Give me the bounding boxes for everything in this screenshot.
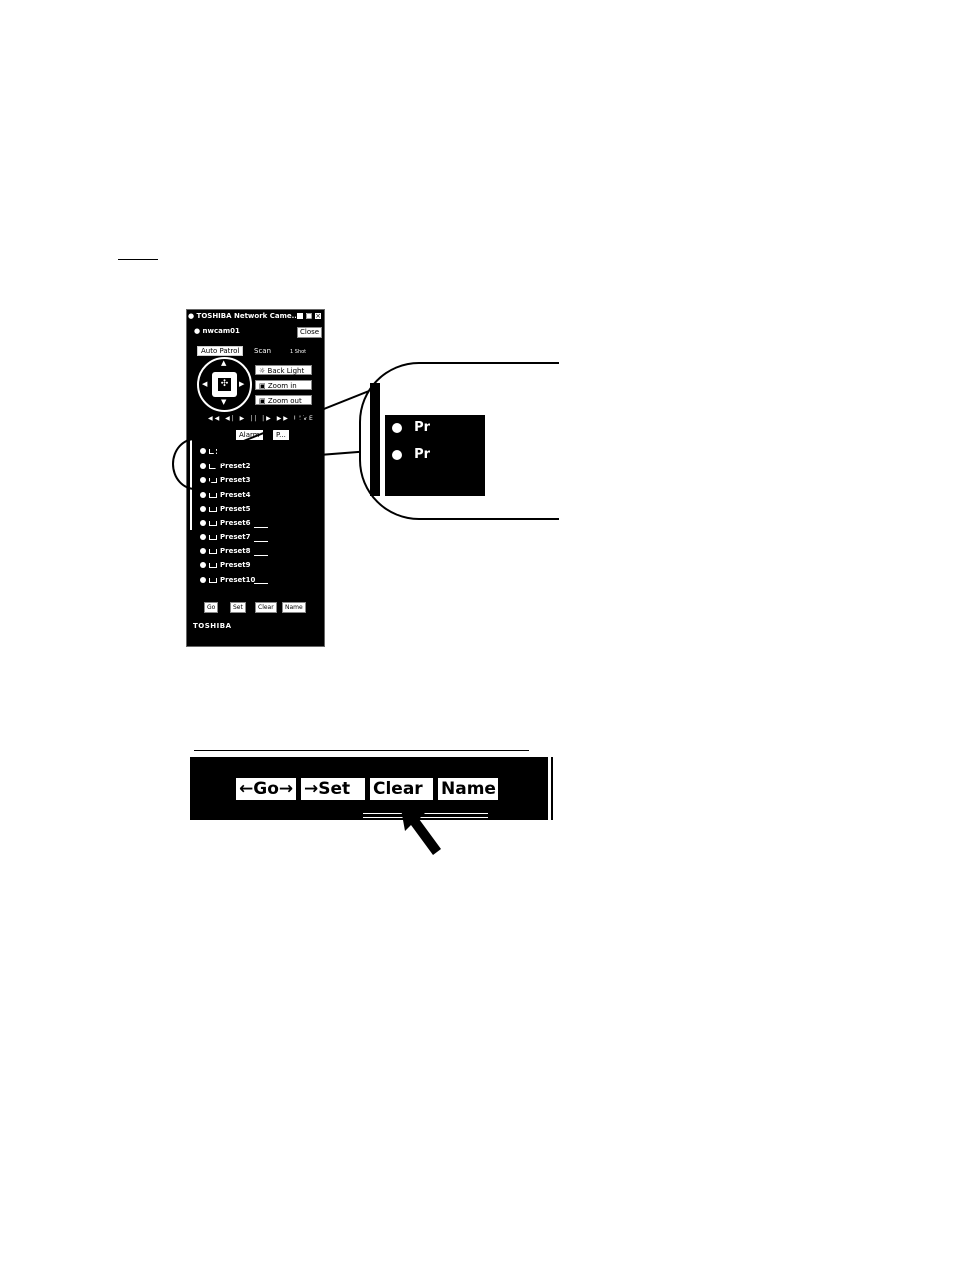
zoom-label-1: Pr <box>414 420 431 435</box>
set-label: Set <box>318 779 351 799</box>
zoom-preset-1: Pr <box>392 420 430 435</box>
radio-selected-icon <box>392 422 402 433</box>
zoom-label-2: Pr <box>414 447 431 462</box>
zoom-preset-2: Pr <box>392 447 430 462</box>
name-button-enlarged[interactable]: Name <box>438 778 498 800</box>
zoom-bar <box>388 468 485 488</box>
enlarged-rule <box>194 750 529 751</box>
pointer-arrow-icon <box>401 809 441 855</box>
go-button-enlarged[interactable]: ←Go→ <box>236 778 296 800</box>
zoom-white-side <box>380 383 385 496</box>
radio-icon <box>392 449 402 460</box>
zoom-white-top <box>385 383 485 415</box>
name-label: Name <box>441 779 496 799</box>
enlarged-edge <box>551 757 553 820</box>
set-button-enlarged[interactable]: →Set <box>301 778 365 800</box>
clear-label: Clear <box>373 779 423 799</box>
go-label: Go <box>253 779 279 799</box>
clear-button-enlarged[interactable]: Clear <box>370 778 433 800</box>
callout-lines <box>215 384 446 474</box>
